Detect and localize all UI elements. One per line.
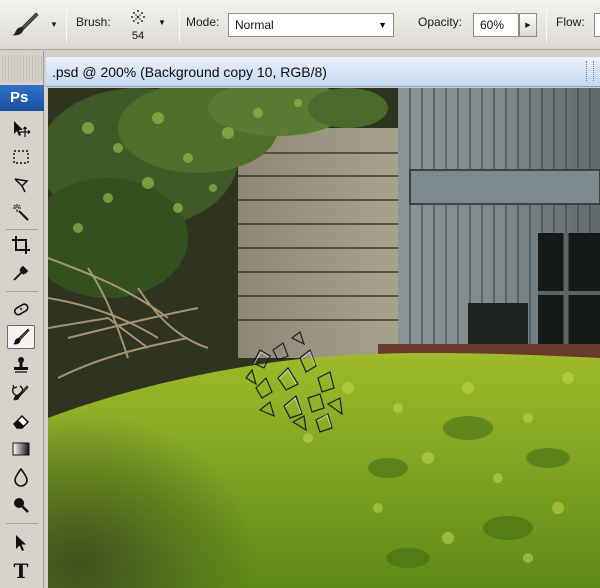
tools-panel: Ps T	[0, 51, 44, 588]
clone-stamp-tool[interactable]	[7, 353, 35, 377]
document-tab[interactable]: .psd @ 200% (Background copy 10, RGB/8)	[46, 57, 600, 87]
stamp-icon	[14, 357, 28, 373]
mode-select[interactable]: Normal ▼	[228, 13, 394, 37]
options-bar: ▼ Brush: 54 ▼ Mode: Normal ▼ Opacity: 60…	[0, 0, 600, 50]
history-brush-tool[interactable]	[7, 381, 35, 405]
history-brush-icon	[12, 384, 29, 401]
divider	[546, 8, 547, 42]
water-drop-icon	[14, 467, 28, 487]
path-selection-tool[interactable]	[7, 531, 35, 555]
crop-tool[interactable]	[7, 233, 35, 257]
type-icon: T	[13, 559, 29, 583]
dodge-icon	[14, 498, 29, 513]
image-canvas[interactable]	[48, 88, 600, 588]
eraser-tool[interactable]	[7, 409, 35, 433]
divider	[6, 229, 38, 230]
divider	[6, 523, 38, 524]
brush-tool[interactable]	[7, 325, 35, 349]
chevron-down-icon: ▼	[50, 20, 58, 29]
brush-picker-chevron-icon[interactable]: ▼	[158, 18, 166, 27]
brush-picker[interactable]: 54	[124, 6, 152, 44]
magic-wand-tool[interactable]	[7, 201, 35, 225]
brush-icon	[13, 328, 30, 345]
brush-label: Brush:	[76, 15, 111, 29]
old-shed	[378, 88, 600, 363]
opacity-value: 60%	[480, 18, 505, 32]
opacity-input[interactable]: 60%	[473, 13, 519, 37]
move-icon	[14, 121, 31, 137]
opacity-label: Opacity:	[418, 15, 463, 29]
panel-grip[interactable]	[2, 55, 42, 81]
eraser-icon	[13, 414, 30, 429]
ps-logo[interactable]: Ps	[0, 85, 44, 111]
opacity-slider-button[interactable]: ▶	[519, 13, 537, 37]
crop-icon	[12, 236, 30, 254]
flow-input[interactable]	[594, 13, 600, 37]
brush-tool-icon	[12, 12, 39, 36]
gradient-icon	[12, 442, 30, 456]
gradient-tool[interactable]	[7, 437, 35, 461]
lasso-tool[interactable]	[7, 173, 35, 197]
move-tool[interactable]	[7, 117, 35, 141]
healing-brush-tool[interactable]	[7, 297, 35, 321]
brush-tip-icon	[131, 10, 145, 24]
chevron-down-icon: ▼	[378, 20, 387, 30]
document-title: .psd @ 200% (Background copy 10, RGB/8)	[52, 64, 327, 80]
flow-label: Flow:	[556, 15, 585, 29]
rectangular-marquee-icon	[13, 150, 29, 164]
tool-preset-picker[interactable]: ▼	[6, 9, 60, 39]
magic-wand-icon	[13, 204, 29, 221]
eyedropper-tool[interactable]	[7, 261, 35, 285]
arrow-pointer-icon	[16, 535, 26, 551]
eyedropper-icon	[13, 265, 29, 281]
bandage-icon	[13, 303, 29, 316]
blur-tool[interactable]	[7, 465, 35, 489]
divider	[66, 8, 67, 42]
panel-grip[interactable]	[586, 61, 594, 81]
divider	[179, 8, 180, 42]
triangle-right-icon: ▶	[525, 22, 531, 29]
marquee-tool[interactable]	[7, 145, 35, 169]
foreground-shade	[48, 338, 348, 588]
dodge-tool[interactable]	[7, 493, 35, 517]
mode-label: Mode:	[186, 15, 220, 29]
mode-value: Normal	[235, 18, 274, 32]
type-tool[interactable]: T	[7, 559, 35, 583]
divider	[6, 291, 38, 292]
lasso-icon	[14, 178, 29, 193]
wood-wall	[238, 128, 408, 358]
brush-size: 54	[131, 30, 145, 42]
